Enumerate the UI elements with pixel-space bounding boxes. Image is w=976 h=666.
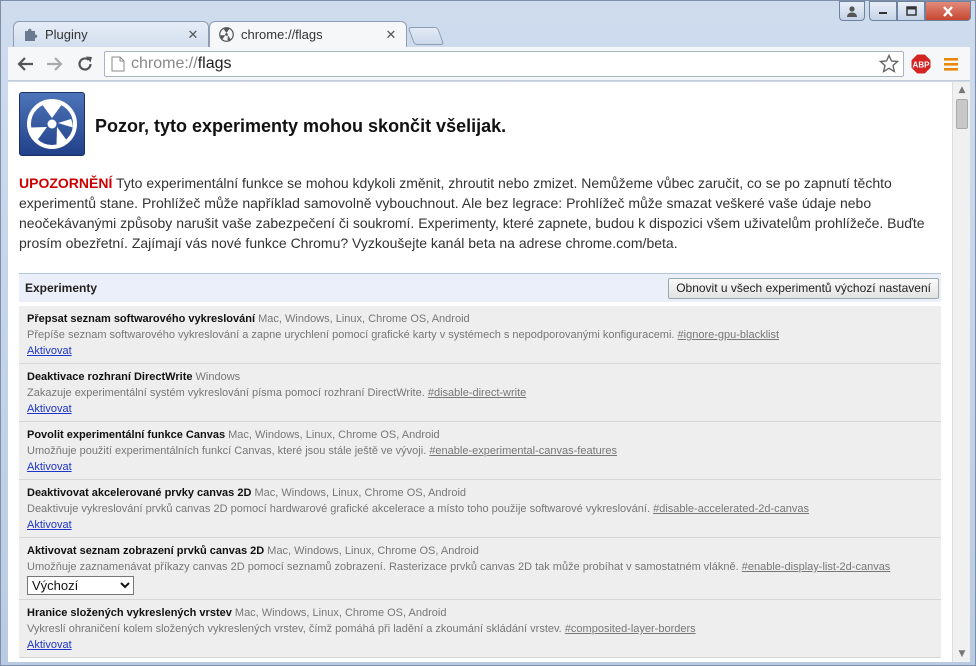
tab-strip: Pluginy ✕ chrome://flags ✕ bbox=[9, 21, 709, 47]
adblock-plus-icon[interactable]: ABP bbox=[910, 53, 932, 75]
experiments-header: Experimenty Obnovit u všech experimentů … bbox=[19, 273, 941, 302]
experiment-item: Povolit experimentální funkce Canvas Mac… bbox=[19, 422, 941, 480]
experiment-item: Deaktivace rozhraní DirectWrite Windows … bbox=[19, 364, 941, 422]
experiment-platforms: Mac, Windows, Linux, Chrome OS, Android bbox=[254, 487, 467, 499]
experiment-name: Deaktivace rozhraní DirectWrite bbox=[27, 371, 193, 383]
page-title: Pozor, tyto experimenty mohou skončit vš… bbox=[95, 115, 507, 136]
scroll-up-arrow-icon[interactable]: ▲ bbox=[953, 82, 971, 98]
tab-title: chrome://flags bbox=[241, 27, 323, 42]
minimize-button[interactable] bbox=[869, 1, 897, 21]
scroll-thumb[interactable] bbox=[956, 99, 968, 129]
experiment-platforms: Mac, Windows, Linux, Chrome OS, Android bbox=[228, 429, 440, 441]
experiment-description: Vykreslí ohraničení kolem složených vykr… bbox=[27, 623, 696, 635]
experiment-flag[interactable]: #enable-experimental-canvas-features bbox=[429, 445, 617, 457]
address-bar[interactable]: chrome://flags bbox=[104, 51, 904, 77]
close-icon bbox=[943, 5, 953, 17]
bookmark-star-icon[interactable] bbox=[879, 54, 899, 74]
new-tab-button[interactable] bbox=[407, 27, 445, 45]
experiment-description: Umožňuje zaznamenávat příkazy canvas 2D … bbox=[27, 561, 891, 573]
page-icon bbox=[111, 56, 125, 72]
activate-link[interactable]: Aktivovat bbox=[27, 345, 72, 357]
experiment-description: Umožňuje použití experimentálních funkcí… bbox=[27, 445, 618, 457]
user-profile-button[interactable] bbox=[839, 1, 865, 21]
experiments-list: Přepsat seznam softwarového vykreslování… bbox=[19, 306, 941, 658]
url-text: chrome://flags bbox=[131, 55, 232, 72]
puzzle-icon bbox=[22, 27, 38, 43]
experiment-name: Aktivovat seznam zobrazení prvků canvas … bbox=[27, 545, 265, 557]
experiment-name: Hranice složených vykreslených vrstev bbox=[27, 607, 232, 619]
experiment-item: Deaktivovat akcelerované prvky canvas 2D… bbox=[19, 480, 941, 538]
experiment-name: Přepsat seznam softwarového vykreslování bbox=[27, 313, 256, 325]
tab-close-icon[interactable]: ✕ bbox=[186, 27, 200, 43]
user-icon bbox=[847, 6, 857, 17]
activate-link[interactable]: Aktivovat bbox=[27, 403, 72, 415]
maximize-button[interactable] bbox=[897, 1, 925, 21]
experiment-platforms: Mac, Windows, Linux, Chrome OS, Android bbox=[234, 607, 447, 619]
activate-link[interactable]: Aktivovat bbox=[27, 639, 72, 651]
reset-all-button[interactable]: Obnovit u všech experimentů výchozí nast… bbox=[668, 277, 939, 299]
experiment-description: Zakazuje experimentální systém vykreslov… bbox=[27, 387, 527, 399]
radiation-icon bbox=[19, 92, 85, 156]
vertical-scrollbar[interactable]: ▲ ▼ bbox=[952, 82, 970, 662]
page-header: Pozor, tyto experimenty mohou skončit vš… bbox=[19, 92, 506, 156]
maximize-icon bbox=[905, 6, 917, 16]
forward-button[interactable] bbox=[42, 51, 68, 77]
experiment-flag[interactable]: #disable-direct-write bbox=[428, 387, 526, 399]
activate-link[interactable]: Aktivovat bbox=[27, 519, 72, 531]
back-arrow-icon bbox=[17, 56, 33, 71]
experiment-description: Přepíše seznam softwarového vykreslování… bbox=[27, 329, 780, 341]
experiment-flag[interactable]: #enable-display-list-2d-canvas bbox=[742, 561, 891, 573]
experiment-platforms: Mac, Windows, Linux, Chrome OS, Android bbox=[258, 313, 470, 325]
warning-text: Tyto experimentální funkce se mohou kdyk… bbox=[19, 175, 925, 251]
reload-button[interactable] bbox=[72, 51, 98, 77]
minimize-icon bbox=[879, 12, 887, 14]
warning-label: UPOZORNĚNÍ bbox=[19, 175, 113, 191]
forward-arrow-icon bbox=[47, 56, 63, 71]
radiation-icon bbox=[218, 27, 234, 43]
tab-close-icon[interactable]: ✕ bbox=[384, 27, 398, 43]
experiment-platforms: Windows bbox=[195, 371, 241, 383]
activate-link[interactable]: Aktivovat bbox=[27, 461, 72, 473]
tab-flags[interactable]: chrome://flags ✕ bbox=[209, 21, 407, 47]
experiment-flag[interactable]: #ignore-gpu-blacklist bbox=[678, 329, 780, 341]
experiment-item: Aktivovat seznam zobrazení prvků canvas … bbox=[19, 538, 941, 600]
page-content: Pozor, tyto experimenty mohou skončit vš… bbox=[8, 82, 952, 662]
toolbar: chrome://flags ABP bbox=[8, 47, 970, 81]
close-window-button[interactable] bbox=[925, 1, 971, 21]
tab-pluginy[interactable]: Pluginy ✕ bbox=[13, 21, 209, 47]
experiment-state-select[interactable]: Výchozí bbox=[27, 576, 134, 595]
reload-icon bbox=[78, 56, 92, 71]
warning-message: UPOZORNĚNÍ Tyto experimentální funkce se… bbox=[19, 173, 939, 253]
back-button[interactable] bbox=[12, 51, 38, 77]
experiment-flag[interactable]: #composited-layer-borders bbox=[565, 623, 696, 635]
experiment-item: Přepsat seznam softwarového vykreslování… bbox=[19, 306, 941, 364]
experiment-name: Deaktivovat akcelerované prvky canvas 2D bbox=[27, 487, 252, 499]
experiment-platforms: Mac, Windows, Linux, Chrome OS, Android bbox=[267, 545, 479, 557]
scroll-down-arrow-icon[interactable]: ▼ bbox=[953, 646, 971, 662]
experiment-description: Deaktivuje vykreslování prvků canvas 2D … bbox=[27, 503, 810, 515]
svg-text:ABP: ABP bbox=[913, 61, 931, 70]
experiment-name: Povolit experimentální funkce Canvas bbox=[27, 429, 226, 441]
tab-title: Pluginy bbox=[45, 27, 88, 42]
experiment-flag[interactable]: #disable-accelerated-2d-canvas bbox=[653, 503, 809, 515]
menu-icon[interactable] bbox=[942, 55, 960, 73]
experiments-heading: Experimenty bbox=[25, 281, 98, 295]
experiment-item: Hranice složených vykreslených vrstev Ma… bbox=[19, 600, 941, 658]
browser-window: Pluginy ✕ chrome://flags ✕ chrome://flag… bbox=[0, 0, 976, 666]
